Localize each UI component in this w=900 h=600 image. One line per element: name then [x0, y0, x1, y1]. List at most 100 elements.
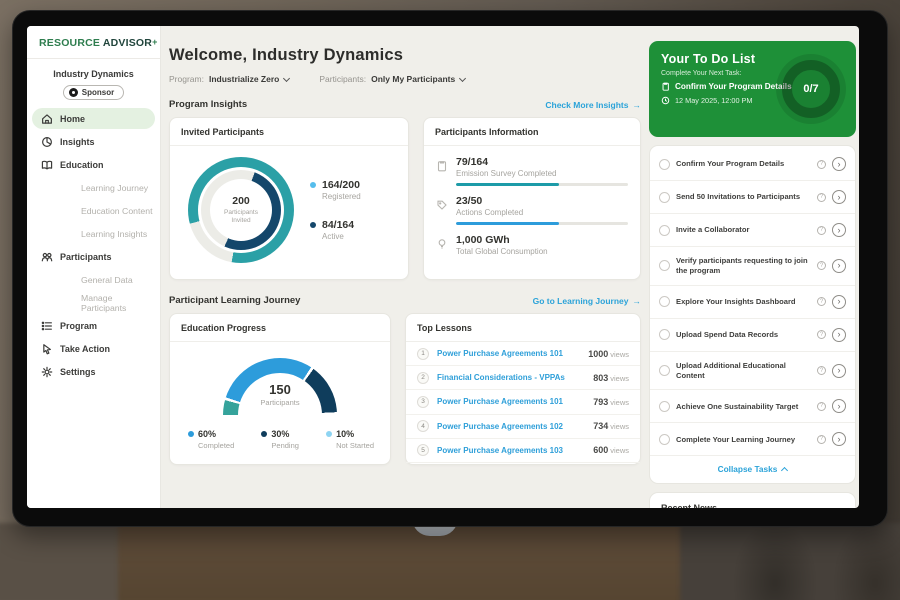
background-wall-left — [0, 523, 124, 600]
sidebar-item-label: Learning Journey — [81, 183, 148, 193]
go-to-learning-journey-link[interactable]: Go to Learning Journey → — [533, 296, 641, 306]
take-action-icon — [41, 343, 53, 355]
info-icon[interactable]: ? — [817, 226, 826, 235]
task-open-button[interactable]: › — [832, 190, 846, 204]
info-icon[interactable]: ? — [817, 366, 826, 375]
lesson-rank-badge: 1 — [417, 348, 429, 360]
lesson-views-suffix: views — [610, 422, 629, 431]
main-content: Welcome, Industry Dynamics Program: Indu… — [169, 26, 641, 465]
task-checkbox[interactable] — [659, 159, 670, 170]
info-icon[interactable]: ? — [817, 261, 826, 270]
task-label: Upload Additional Educational Content — [676, 361, 811, 381]
recent-news-title: Recent News — [661, 503, 844, 508]
home-icon — [41, 113, 53, 125]
sidebar-item[interactable]: Participants — [32, 246, 155, 267]
task-checkbox[interactable] — [659, 329, 670, 340]
participants-filter-value: Only My Participants — [371, 74, 455, 84]
task-checkbox[interactable] — [659, 192, 670, 203]
sidebar-item-label: Manage Participants — [81, 293, 155, 313]
lesson-link[interactable]: Power Purchase Agreements 101 — [437, 397, 585, 406]
collapse-tasks-link[interactable]: Collapse Tasks — [650, 456, 855, 481]
sidebar-item[interactable]: Take Action — [32, 338, 155, 359]
sidebar-item[interactable]: General Data — [32, 269, 155, 290]
check-more-insights-label: Check More Insights — [545, 100, 628, 110]
task-label: Upload Spend Data Records — [676, 330, 811, 340]
invited-participants-card: Invited Participants 200 Participants In… — [169, 117, 409, 280]
lesson-views-suffix: views — [610, 350, 629, 359]
task-checkbox[interactable] — [659, 260, 670, 271]
sidebar-item[interactable]: Manage Participants — [32, 292, 155, 313]
task-row: Invite a Collaborator ? › — [650, 214, 855, 247]
sidebar-item[interactable]: Education — [32, 154, 155, 175]
info-icon[interactable]: ? — [817, 330, 826, 339]
sidebar-item[interactable]: Program — [32, 315, 155, 336]
metric-label: Emission Survey Completed — [456, 169, 556, 178]
invited-participants-title: Invited Participants — [170, 118, 408, 146]
todo-progress-ring: 0/7 — [776, 54, 846, 124]
todo-task-list: Confirm Your Program Details ? › Send 50… — [649, 145, 856, 484]
sponsor-badge[interactable]: Sponsor — [63, 85, 124, 100]
info-icon[interactable]: ? — [817, 297, 826, 306]
filter-bar: Program: Industrialize Zero Participants… — [169, 74, 641, 84]
task-checkbox[interactable] — [659, 365, 670, 376]
sidebar-item[interactable]: Learning Journey — [32, 177, 155, 198]
sidebar-item[interactable]: Learning Insights — [32, 223, 155, 244]
task-open-button[interactable]: › — [832, 399, 846, 413]
lesson-link[interactable]: Power Purchase Agreements 102 — [437, 422, 585, 431]
legend-dot — [310, 182, 316, 188]
lesson-rank-badge: 5 — [417, 444, 429, 456]
task-open-button[interactable]: › — [832, 259, 846, 273]
top-lessons-card: Top Lessons 1 Power Purchase Agreements … — [405, 313, 641, 465]
check-more-insights-link[interactable]: Check More Insights → — [545, 100, 641, 110]
lesson-link[interactable]: Financial Considerations - VPPAs — [437, 373, 585, 382]
metric-value: 23/50 — [456, 195, 523, 207]
todo-hero-card: Your To Do List Complete Your Next Task:… — [649, 41, 856, 137]
task-label: Verify participants requesting to join t… — [676, 256, 811, 276]
sidebar-nav: Home Insights Education Learning Journey… — [27, 108, 160, 382]
todo-due-date: 12 May 2025, 12:00 PM — [675, 96, 752, 105]
donut-legend: 164/200 Registered 84/164 Active — [310, 179, 361, 241]
sidebar-item[interactable]: Education Content — [32, 200, 155, 221]
task-open-button[interactable]: › — [832, 328, 846, 342]
info-icon[interactable]: ? — [817, 435, 826, 444]
actions-icon — [436, 198, 448, 212]
legend-value: 10% — [336, 429, 354, 439]
lesson-views-count: 600 — [593, 445, 608, 455]
todo-panel: Your To Do List Complete Your Next Task:… — [649, 26, 856, 508]
sidebar-item[interactable]: Insights — [32, 131, 155, 152]
task-checkbox[interactable] — [659, 296, 670, 307]
info-icon[interactable]: ? — [817, 402, 826, 411]
lesson-link[interactable]: Power Purchase Agreements 101 — [437, 349, 580, 358]
sidebar-item-label: Learning Insights — [81, 229, 147, 239]
education-progress-title: Education Progress — [170, 314, 390, 342]
logo-resource: RESOURCE — [39, 37, 100, 49]
sidebar-item-label: Home — [60, 114, 85, 124]
task-checkbox[interactable] — [659, 225, 670, 236]
task-checkbox[interactable] — [659, 401, 670, 412]
info-icon[interactable]: ? — [817, 193, 826, 202]
sidebar-item[interactable]: Home — [32, 108, 155, 129]
task-open-button[interactable]: › — [832, 432, 846, 446]
gauge-legend: 60% Completed 30% Pending — [170, 415, 390, 450]
lesson-link[interactable]: Power Purchase Agreements 103 — [437, 446, 585, 455]
sidebar: RESOURCE ADVISOR+ Industry Dynamics Spon… — [27, 26, 161, 508]
task-checkbox[interactable] — [659, 434, 670, 445]
legend-item: 10% Not Started — [326, 429, 374, 450]
bulb-icon — [436, 237, 448, 251]
program-filter[interactable]: Program: Industrialize Zero — [169, 74, 289, 84]
clipboard-icon — [661, 82, 670, 91]
background-desk — [118, 523, 686, 600]
info-icon[interactable]: ? — [817, 160, 826, 169]
task-open-button[interactable]: › — [832, 295, 846, 309]
task-row: Verify participants requesting to join t… — [650, 247, 855, 286]
task-open-button[interactable]: › — [832, 157, 846, 171]
task-row: Explore Your Insights Dashboard ? › — [650, 286, 855, 319]
participants-filter[interactable]: Participants: Only My Participants — [319, 74, 465, 84]
chevron-down-icon — [459, 74, 466, 81]
task-open-button[interactable]: › — [832, 364, 846, 378]
legend-label: Not Started — [336, 441, 374, 450]
gauge-center-value: 150 — [223, 382, 337, 397]
metric-row: 79/164 Emission Survey Completed — [436, 156, 628, 186]
sidebar-item[interactable]: Settings — [32, 361, 155, 382]
task-open-button[interactable]: › — [832, 223, 846, 237]
